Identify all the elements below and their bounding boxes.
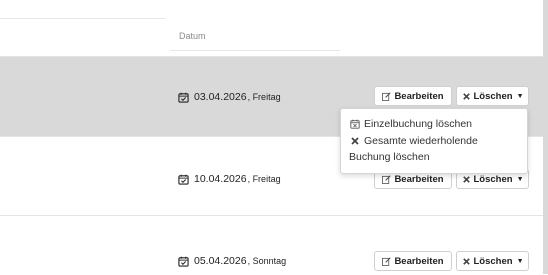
date-cell: 10.04.2026, Freitag <box>178 172 281 186</box>
bookings-table: Datum 03.04.2026, Freitag Bearbeiten Lös… <box>0 0 543 274</box>
header-divider <box>0 18 165 19</box>
caret-down-icon: ▼ <box>516 92 524 100</box>
delete-dropdown-menu: Einzelbuchung löschen Gesamte wiederhole… <box>340 108 528 174</box>
date-cell: 05.04.2026, Sonntag <box>178 254 286 268</box>
edit-button-label: Bearbeiten <box>394 173 444 185</box>
menu-item-delete-single[interactable]: Einzelbuchung löschen <box>350 118 472 130</box>
calendar-check-icon <box>178 256 189 267</box>
calendar-times-icon <box>350 119 360 129</box>
booking-date: 05.04.2026 <box>194 255 247 267</box>
scrollbar[interactable] <box>543 0 548 274</box>
edit-button-label: Bearbeiten <box>394 90 444 102</box>
edit-icon <box>382 256 392 266</box>
edit-icon <box>382 174 392 184</box>
delete-button-label: Löschen <box>473 255 513 267</box>
menu-item-delete-series[interactable]: Gesamte wiederholende <box>350 135 478 147</box>
booking-date: 03.04.2026 <box>194 91 247 103</box>
menu-item-delete-series-label-line1: Gesamte wiederholende <box>364 135 478 147</box>
caret-down-icon: ▼ <box>516 175 524 183</box>
calendar-check-icon <box>178 174 189 185</box>
times-icon <box>351 137 359 145</box>
table-header: Datum <box>0 0 543 56</box>
column-header-datum[interactable]: Datum <box>179 31 206 41</box>
date-cell: 03.04.2026, Freitag <box>178 90 281 104</box>
booking-weekday: , Freitag <box>247 174 281 184</box>
caret-down-icon: ▼ <box>516 257 524 265</box>
edit-button[interactable]: Bearbeiten <box>374 86 452 106</box>
menu-item-delete-single-label: Einzelbuchung löschen <box>364 118 472 130</box>
booking-weekday: , Sonntag <box>247 256 287 266</box>
delete-button-label: Löschen <box>473 173 513 185</box>
delete-dropdown-button[interactable]: Löschen ▼ <box>456 251 529 271</box>
booking-weekday: , Freitag <box>247 92 281 102</box>
edit-button-label: Bearbeiten <box>394 255 444 267</box>
times-icon <box>462 92 470 100</box>
calendar-check-icon <box>178 92 189 103</box>
delete-dropdown-button[interactable]: Löschen ▼ <box>456 86 529 106</box>
column-header-underline <box>170 50 340 51</box>
table-row[interactable]: 05.04.2026, Sonntag Bearbeiten Löschen ▼ <box>0 215 543 275</box>
booking-date: 10.04.2026 <box>194 173 247 185</box>
edit-icon <box>382 91 392 101</box>
edit-button[interactable]: Bearbeiten <box>374 251 452 271</box>
times-icon <box>462 257 470 265</box>
menu-item-delete-series-label-line2[interactable]: Buchung löschen <box>349 151 430 163</box>
times-icon <box>462 175 470 183</box>
delete-button-label: Löschen <box>473 90 513 102</box>
